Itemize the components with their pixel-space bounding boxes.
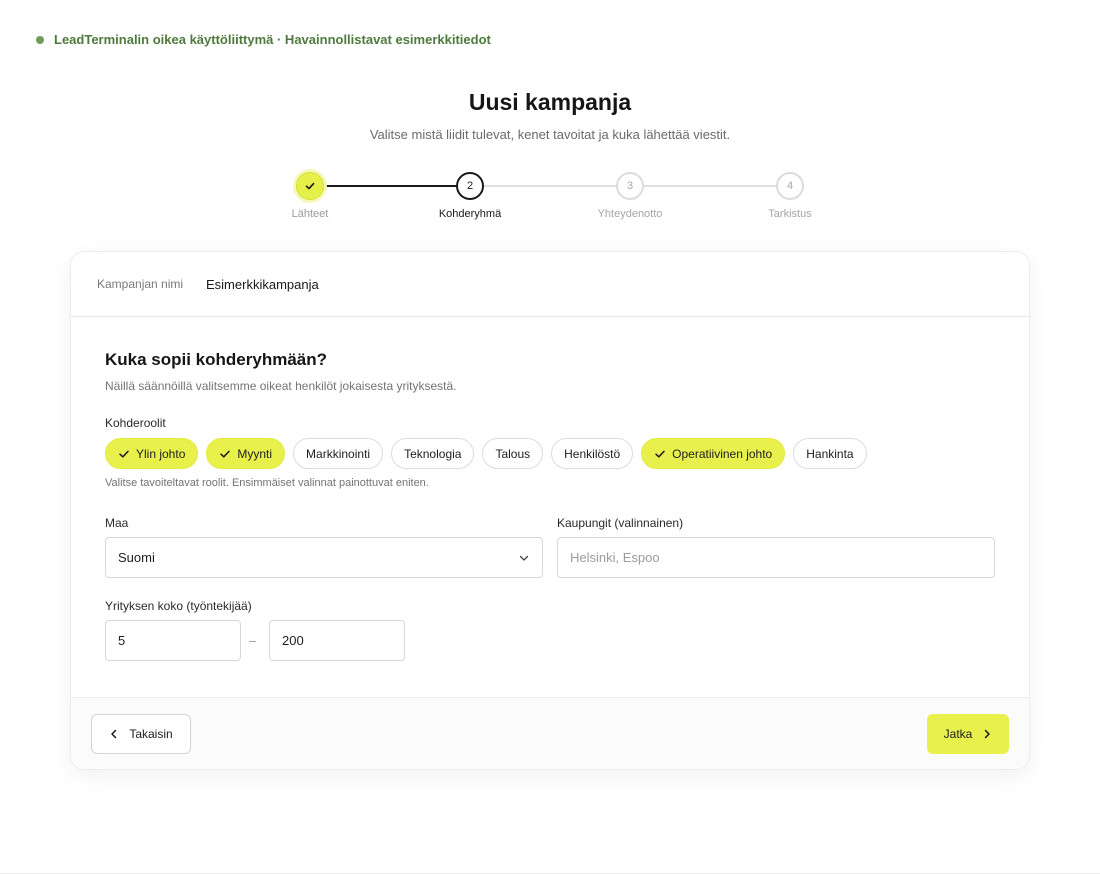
continue-button[interactable]: Jatka [927,714,1009,754]
role-chip-markkinointi[interactable]: Markkinointi [293,438,384,469]
country-value: Suomi [118,550,155,565]
range-separator: – [249,633,257,648]
role-chip-myynti[interactable]: Myynti [206,438,286,469]
roles-hint: Valitse tavoiteltavat roolit. Ensimmäise… [105,477,429,489]
country-select[interactable]: Suomi [105,537,543,578]
chip-label: Ylin johto [136,446,186,461]
section-description: Näillä säännöillä valitsemme oikeat henk… [105,379,457,393]
company-size-min-value: 5 [118,633,126,648]
banner-text: LeadTerminalin oikea käyttöliittymä · Ha… [54,32,491,47]
cities-label: Kaupungit (valinnainen) [557,516,684,530]
step-done-circle [296,172,324,200]
step-lahteet[interactable]: Lähteet [250,172,370,220]
status-dot-icon [36,35,44,44]
chip-label: Hankinta [806,446,854,461]
step-number: 3 [616,172,644,200]
company-size-max-value: 200 [282,633,304,648]
step-label: Tarkistus [768,208,812,220]
role-chip-ylin-johto[interactable]: Ylin johto [105,438,199,469]
campaign-card: Kampanjan nimi Esimerkkikampanja Kuka so… [70,251,1030,770]
role-chip-talous[interactable]: Talous [482,438,544,469]
company-size-max-input[interactable]: 200 [269,620,405,661]
card-footer: Takaisin Jatka [71,697,1029,769]
page-bottom-divider [0,873,1100,874]
step-yhteydenotto[interactable]: 3 Yhteydenotto [570,172,690,220]
cities-placeholder: Helsinki, Espoo [570,550,660,565]
chevron-right-icon [985,729,991,739]
check-icon [655,450,665,458]
back-button-label: Takaisin [129,727,173,741]
chip-label: Markkinointi [306,446,371,461]
step-kohderyhma[interactable]: 2 Kohderyhmä [410,172,530,220]
step-label: Kohderyhmä [438,208,502,220]
role-chip-teknologia[interactable]: Teknologia [391,438,475,469]
step-tarkistus[interactable]: 4 Tarkistus [730,172,850,220]
page-title: Uusi kampanja [468,89,632,115]
roles-label: Kohderoolit [105,416,166,430]
page-subtitle: Valitse mistä liidit tulevat, kenet tavo… [369,127,731,142]
campaign-name-row: Kampanjan nimi Esimerkkikampanja [71,252,1029,317]
company-size-min-input[interactable]: 5 [105,620,241,661]
step-number: 2 [456,172,484,200]
country-label: Maa [105,516,129,530]
role-chip-operatiivinen-johto[interactable]: Operatiivinen johto [641,438,786,469]
chip-label: Operatiivinen johto [672,446,773,461]
chip-label: Henkilöstö [564,446,621,461]
step-label: Yhteydenotto [597,208,663,220]
section-title: Kuka sopii kohderyhmään? [105,350,327,369]
chip-label: Talous [495,446,531,461]
continue-button-label: Jatka [943,727,973,741]
progress-stepper: Lähteet 2 Kohderyhmä 3 Yhteydenotto 4 Ta… [0,172,1100,232]
cities-input[interactable]: Helsinki, Espoo [557,537,995,578]
step-label: Lähteet [291,208,329,220]
back-button[interactable]: Takaisin [91,714,191,754]
chevron-left-icon [111,729,117,739]
company-size-label: Yrityksen koko (työntekijää) [105,599,252,613]
check-icon [220,450,231,458]
check-icon [305,182,315,190]
campaign-name-label: Kampanjan nimi [97,277,184,291]
role-chips: Ylin johto Myynti Markkinointi Teknologi… [105,438,867,469]
chip-label: Teknologia [404,446,462,461]
demo-banner: LeadTerminalin oikea käyttöliittymä · Ha… [36,32,491,47]
role-chip-henkilosto[interactable]: Henkilöstö [551,438,634,469]
role-chip-hankinta[interactable]: Hankinta [793,438,867,469]
chip-label: Myynti [237,446,273,461]
check-icon [119,450,129,458]
campaign-name-value[interactable]: Esimerkkikampanja [206,277,319,292]
chevron-down-icon [519,555,529,561]
step-number: 4 [776,172,804,200]
